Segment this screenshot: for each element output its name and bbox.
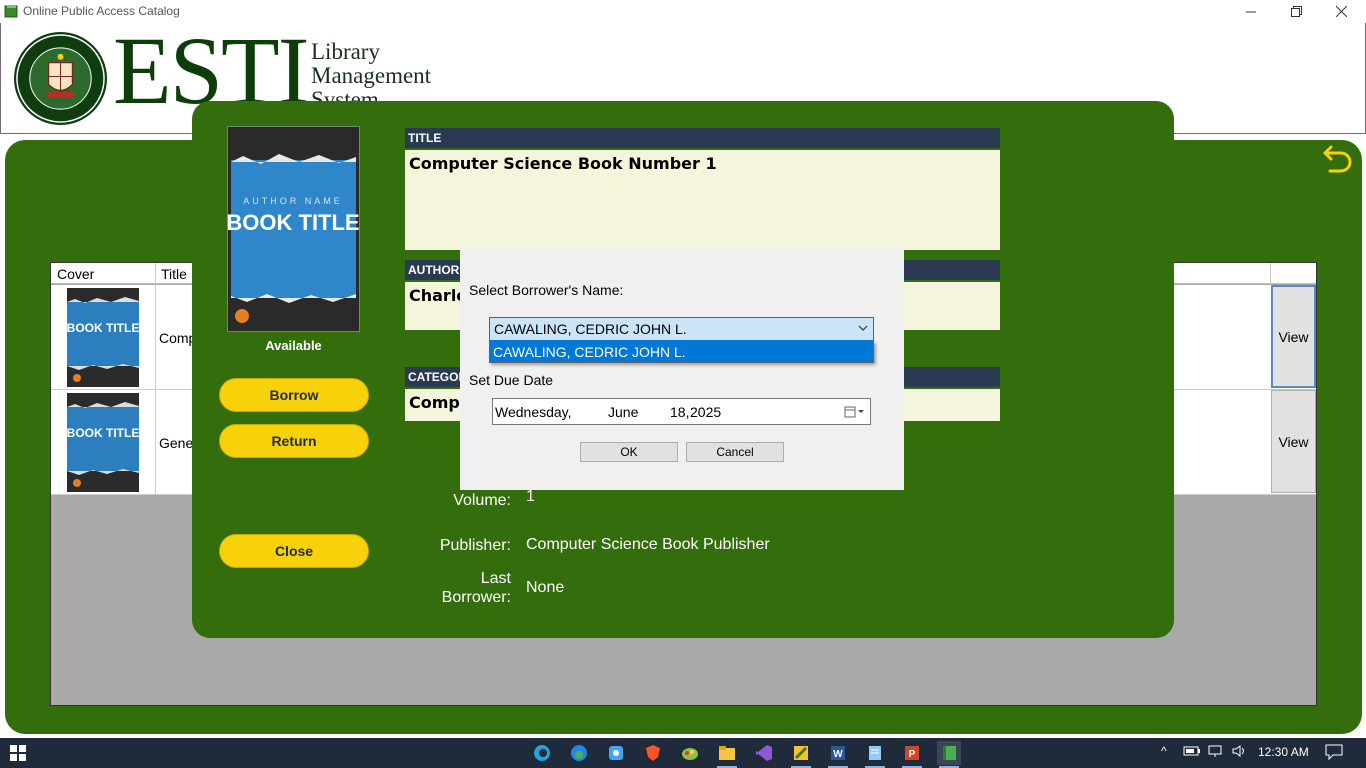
volume-icon[interactable] xyxy=(1231,744,1249,758)
paint-icon xyxy=(682,748,698,760)
last-borrower-label-line: Last xyxy=(480,570,511,587)
borrower-label: Select Borrower's Name: xyxy=(469,282,624,298)
volume-value: 1 xyxy=(526,488,535,505)
taskbar-clock[interactable]: 12:30 AM xyxy=(1258,745,1309,759)
maximize-button[interactable] xyxy=(1273,0,1319,23)
title-field: Computer Science Book Number 1 xyxy=(405,150,1000,250)
taskbar-app-explorer[interactable] xyxy=(715,741,739,768)
title-field-header: TITLE xyxy=(405,128,1000,148)
return-button[interactable]: Return xyxy=(219,424,369,458)
visual-studio-icon xyxy=(756,745,772,761)
browser-icon xyxy=(534,745,550,761)
subtitle-line: Library xyxy=(311,39,380,64)
word-icon: W xyxy=(831,746,845,760)
notification-icon[interactable] xyxy=(1325,744,1343,760)
taskbar-app-browser[interactable] xyxy=(530,741,554,765)
windows-start-icon[interactable] xyxy=(10,745,26,761)
borrower-option[interactable]: CAWALING, CEDRIC JOHN L. xyxy=(490,342,873,362)
calendar-icon[interactable] xyxy=(844,405,864,419)
folder-icon xyxy=(719,746,735,760)
tray-chevron-up-icon[interactable]: ^ xyxy=(1161,744,1167,758)
svg-text:W: W xyxy=(833,749,843,760)
due-date-day[interactable]: 18, xyxy=(670,404,689,420)
volume-label: Volume: xyxy=(453,492,511,509)
borrow-button[interactable]: Borrow xyxy=(219,378,369,412)
view-button[interactable]: View xyxy=(1271,390,1316,493)
taskbar-app-tools[interactable] xyxy=(789,741,813,768)
minimize-button[interactable] xyxy=(1228,0,1274,23)
book-cover-thumbnail: BOOK TITLE xyxy=(67,288,139,387)
borrower-dropdown-list: CAWALING, CEDRIC JOHN L. xyxy=(489,341,874,363)
cover-title-text: BOOK TITLE xyxy=(67,426,139,440)
notepad-icon xyxy=(869,746,881,760)
store-icon xyxy=(609,746,623,760)
edge-icon xyxy=(571,745,587,761)
borrower-select[interactable]: CAWALING, CEDRIC JOHN L. xyxy=(489,317,874,341)
borrower-selected-value: CAWALING, CEDRIC JOHN L. xyxy=(494,321,687,337)
taskbar-app-edge[interactable] xyxy=(567,741,591,765)
close-window-button[interactable] xyxy=(1318,0,1364,23)
publisher-value: Computer Science Book Publisher xyxy=(526,536,770,553)
network-icon[interactable] xyxy=(1207,744,1225,758)
brave-icon xyxy=(646,745,660,761)
book-cover-thumbnail: BOOK TITLE xyxy=(67,393,139,492)
taskbar-app-paint[interactable] xyxy=(678,741,702,765)
svg-text:P: P xyxy=(909,749,916,760)
cover-author-text: AUTHOR NAME xyxy=(243,196,343,206)
column-divider xyxy=(155,390,156,495)
book-cover-image: AUTHOR NAME BOOK TITLE xyxy=(227,126,360,332)
taskbar-app-store[interactable] xyxy=(604,741,628,765)
cancel-button[interactable]: Cancel xyxy=(686,442,784,462)
battery-icon[interactable] xyxy=(1183,744,1201,758)
column-divider xyxy=(1270,263,1271,284)
availability-status: Available xyxy=(265,338,322,353)
column-header-cover[interactable]: Cover xyxy=(57,266,94,282)
due-date-picker[interactable]: Wednesday, June 18, 2025 xyxy=(492,398,871,425)
last-borrower-label: Last Borrower: xyxy=(401,569,511,607)
borrow-dialog: Select Borrower's Name: Set Due Date xyxy=(460,248,904,490)
chevron-down-icon[interactable] xyxy=(857,323,869,333)
close-icon xyxy=(1335,6,1347,17)
due-date-year[interactable]: 2025 xyxy=(690,404,721,420)
column-divider xyxy=(155,263,156,284)
taskbar-app-word[interactable]: W xyxy=(826,741,850,768)
due-date-month[interactable]: June xyxy=(608,404,638,420)
subtitle-line: Management xyxy=(311,63,432,88)
column-header-title[interactable]: Title xyxy=(161,266,187,282)
view-button[interactable]: View xyxy=(1271,285,1316,388)
powerpoint-icon: P xyxy=(905,746,919,760)
institute-seal-logo xyxy=(13,31,108,126)
last-borrower-label-line: Borrower: xyxy=(441,589,511,606)
cover-title-text: BOOK TITLE xyxy=(227,210,360,235)
taskbar-app-notepad[interactable] xyxy=(863,741,887,768)
library-book-icon xyxy=(943,746,956,760)
ok-button[interactable]: OK xyxy=(580,442,678,462)
due-date-weekday[interactable]: Wednesday, xyxy=(495,404,572,420)
tools-icon xyxy=(794,746,808,760)
publisher-label: Publisher: xyxy=(439,537,511,554)
cover-title-text: BOOK TITLE xyxy=(67,321,139,335)
last-borrower-value: None xyxy=(526,579,565,596)
window-title: Online Public Access Catalog xyxy=(23,4,180,18)
taskbar-app-powerpoint[interactable]: P xyxy=(900,741,924,768)
back-arrow-icon[interactable] xyxy=(1322,143,1354,177)
row-title: Comp xyxy=(159,330,197,346)
taskbar-app-library-catalog[interactable] xyxy=(937,741,961,768)
column-divider xyxy=(155,285,156,390)
taskbar-app-visual-studio[interactable] xyxy=(752,741,776,765)
taskbar-app-brave[interactable] xyxy=(641,741,665,765)
close-button[interactable]: Close xyxy=(219,534,369,568)
taskbar: W P ^ 12:30 AM xyxy=(0,738,1366,768)
maximize-icon xyxy=(1290,6,1302,17)
minimize-icon xyxy=(1246,11,1256,12)
due-date-label: Set Due Date xyxy=(469,372,554,388)
app-book-icon xyxy=(4,5,18,18)
